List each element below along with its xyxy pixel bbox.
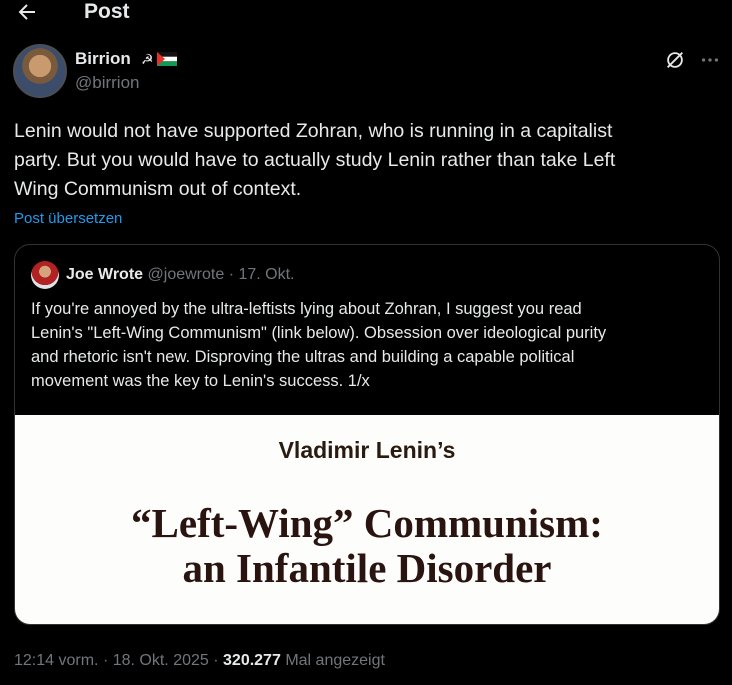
quote-separator: ·	[228, 266, 235, 283]
quote-avatar	[31, 261, 59, 289]
translate-post-link[interactable]: Post übersetzen	[14, 209, 122, 229]
hammer-sickle-emoji: ☭	[141, 51, 154, 67]
arrow-left-icon[interactable]	[15, 0, 39, 24]
image-author-line: Vladimir Lenin’s	[278, 437, 456, 463]
quote-image[interactable]: Vladimir Lenin’s “Left-Wing” Communism: …	[15, 415, 719, 624]
more-icon[interactable]	[699, 50, 721, 70]
post-time[interactable]: 12:14 vorm.	[14, 652, 98, 669]
post-footer: 12:14 vorm. · 18. Okt. 2025 · 320.277 Ma…	[14, 650, 385, 672]
quoted-post[interactable]: Joe Wrote @joewrote · 17. Okt. If you're…	[14, 244, 720, 625]
top-bar: Post	[0, 0, 732, 26]
quote-author-handle: @joewrote	[147, 266, 225, 283]
footer-separator: ·	[213, 652, 219, 669]
quote-date: 17. Okt.	[238, 266, 295, 283]
grok-icon[interactable]	[664, 49, 686, 71]
footer-separator: ·	[102, 652, 109, 669]
quote-header: Joe Wrote @joewrote · 17. Okt.	[66, 264, 295, 286]
post-text: Lenin would not have supported Zohran, w…	[14, 120, 616, 200]
quote-text: If you're annoyed by the ultra-leftists …	[31, 300, 607, 390]
quote-author-name: Joe Wrote	[66, 266, 144, 283]
author-handle[interactable]: @birrion	[75, 72, 140, 94]
view-count: 320.277	[223, 652, 281, 669]
avatar[interactable]	[13, 44, 67, 98]
page-title: Post	[84, 0, 130, 23]
image-title: “Left-Wing” Communism: an Infantile Diso…	[131, 500, 603, 591]
view-count-label: Mal angezeigt	[285, 652, 385, 669]
post-date[interactable]: 18. Okt. 2025	[113, 652, 209, 669]
palestine-flag-icon	[157, 52, 177, 66]
author-name[interactable]: Birrion	[75, 48, 131, 70]
